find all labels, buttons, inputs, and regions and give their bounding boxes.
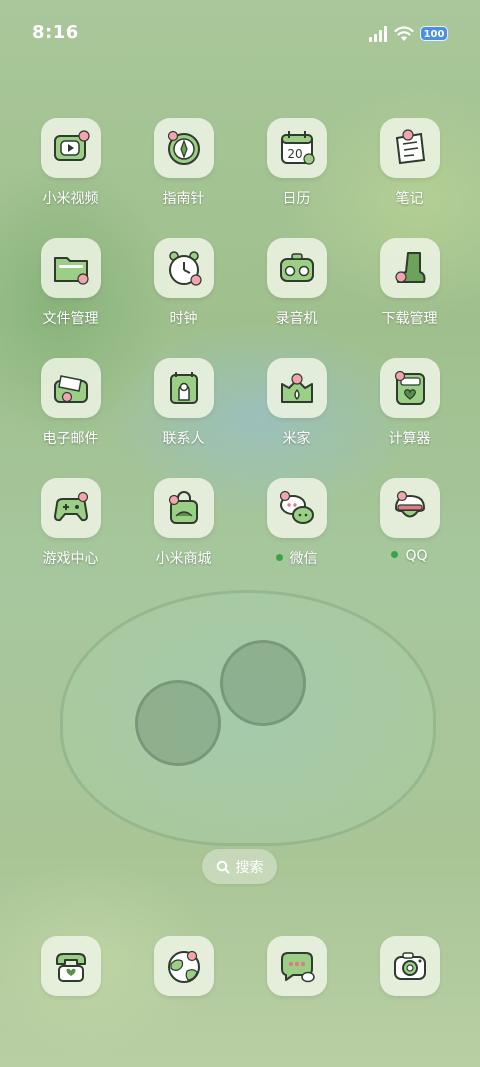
qq-icon	[379, 478, 440, 538]
app-file-manager[interactable]: 文件管理	[14, 238, 127, 328]
wifi-icon	[394, 26, 414, 41]
wallpaper-cartoon-eye-left	[135, 680, 221, 766]
mi-home-icon	[266, 358, 327, 418]
app-download-manager[interactable]: 下载管理	[353, 238, 466, 328]
app-label: 笔记	[395, 191, 424, 207]
app-label: 电子邮件	[42, 431, 99, 447]
calculator-icon	[379, 358, 440, 418]
app-label: 小米商城	[155, 551, 212, 567]
app-calendar[interactable]: 20 日历	[240, 118, 353, 208]
app-wechat[interactable]: 微信	[240, 478, 353, 568]
app-recorder[interactable]: 录音机	[240, 238, 353, 328]
dock-camera[interactable]	[353, 936, 466, 996]
camera-icon	[379, 936, 440, 996]
app-label: QQ	[391, 548, 428, 564]
dock	[14, 936, 466, 996]
wallpaper-cartoon-eye-right	[220, 640, 306, 726]
dock-browser[interactable]	[127, 936, 240, 996]
cellular-signal-icon	[369, 26, 389, 42]
calendar-icon: 20	[266, 118, 327, 178]
contacts-icon	[153, 358, 214, 418]
search-icon	[216, 860, 229, 873]
app-label: 文件管理	[42, 311, 99, 327]
messages-icon	[266, 936, 327, 996]
app-label: 时钟	[169, 311, 198, 327]
dock-messages[interactable]	[240, 936, 353, 996]
status-time: 8:16	[32, 22, 79, 43]
app-compass[interactable]: 指南针	[127, 118, 240, 208]
download-boot-icon	[379, 238, 440, 298]
calendar-day-number: 20	[287, 147, 302, 161]
alarm-clock-icon	[153, 238, 214, 298]
app-mi-store[interactable]: 小米商城	[127, 478, 240, 568]
app-game-center[interactable]: 游戏中心	[14, 478, 127, 568]
app-contacts[interactable]: 联系人	[127, 358, 240, 448]
status-bar: 8:16 100	[0, 0, 480, 68]
mail-icon	[40, 358, 101, 418]
app-mi-home[interactable]: 米家	[240, 358, 353, 448]
app-label: 指南针	[162, 191, 205, 207]
recorder-icon	[266, 238, 327, 298]
app-notes[interactable]: 笔记	[353, 118, 466, 208]
app-label: 游戏中心	[42, 551, 99, 567]
app-clock[interactable]: 时钟	[127, 238, 240, 328]
app-label: 下载管理	[381, 311, 438, 327]
phone-icon	[40, 936, 101, 996]
app-calculator[interactable]: 计算器	[353, 358, 466, 448]
gamepad-icon	[40, 478, 101, 538]
notes-icon	[379, 118, 440, 178]
app-label: 微信	[275, 548, 318, 568]
app-label: 米家	[282, 431, 311, 447]
app-label: 联系人	[162, 431, 205, 447]
search-button[interactable]: 搜索	[202, 849, 277, 884]
app-label-text: QQ	[405, 548, 428, 564]
battery-indicator: 100	[420, 26, 448, 41]
new-content-dot	[391, 551, 399, 558]
app-grid: 小米视频 指南针 20 日历 笔记 文件管理 时钟 录音机 下载管理 电子邮件 …	[14, 118, 466, 568]
compass-icon	[153, 118, 214, 178]
app-label-text: 微信	[289, 551, 318, 567]
shopping-bag-icon	[153, 478, 214, 538]
app-mi-video[interactable]: 小米视频	[14, 118, 127, 208]
folder-icon	[40, 238, 101, 298]
app-label: 录音机	[275, 311, 318, 327]
app-email[interactable]: 电子邮件	[14, 358, 127, 448]
search-label: 搜索	[235, 859, 264, 876]
app-label: 日历	[282, 191, 311, 207]
dock-phone[interactable]	[14, 936, 127, 996]
app-label: 计算器	[388, 431, 431, 447]
app-label: 小米视频	[42, 191, 99, 207]
new-content-dot	[275, 554, 283, 561]
browser-globe-icon	[153, 936, 214, 996]
video-icon	[40, 118, 101, 178]
wechat-icon	[266, 478, 327, 538]
app-qq[interactable]: QQ	[353, 478, 466, 568]
